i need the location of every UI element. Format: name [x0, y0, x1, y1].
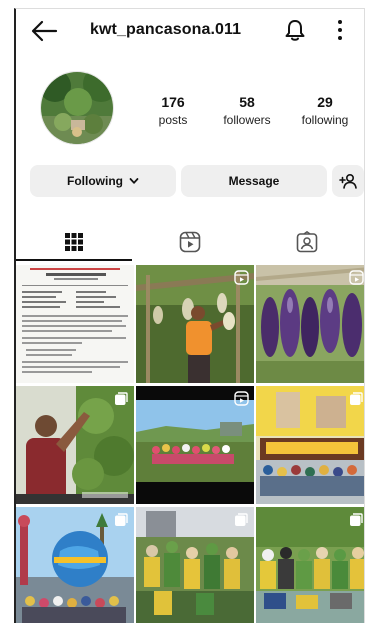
stat-followers[interactable]: 58 followers	[212, 94, 282, 127]
reel-indicator-icon	[234, 270, 249, 285]
post-image	[16, 265, 134, 383]
stat-posts-label: posts	[158, 113, 188, 127]
post-thumbnail[interactable]	[256, 507, 364, 623]
profile-screen: kwt_pancasona.011 176 posts 58 followers…	[14, 8, 365, 623]
tab-reels[interactable]	[132, 223, 248, 261]
more-vertical-icon[interactable]	[336, 19, 344, 41]
carousel-indicator-icon	[350, 513, 363, 526]
following-button-label: Following	[67, 174, 123, 188]
grid-icon	[65, 233, 83, 251]
post-thumbnail[interactable]	[136, 507, 254, 623]
following-button[interactable]: Following	[30, 165, 176, 197]
carousel-indicator-icon	[115, 513, 128, 526]
tab-posts-grid[interactable]	[16, 223, 132, 261]
post-thumbnail[interactable]	[136, 265, 254, 383]
stat-following-value: 29	[317, 94, 333, 110]
posts-grid	[16, 265, 364, 623]
carousel-indicator-icon	[235, 513, 248, 526]
stat-followers-value: 58	[239, 94, 255, 110]
top-bar: kwt_pancasona.011	[16, 9, 364, 53]
post-thumbnail[interactable]	[16, 386, 134, 504]
reel-indicator-icon	[234, 391, 249, 406]
post-thumbnail[interactable]	[16, 507, 134, 623]
profile-avatar[interactable]	[40, 71, 114, 145]
chevron-down-icon	[129, 178, 139, 184]
post-thumbnail[interactable]	[16, 265, 134, 383]
stat-following[interactable]: 29 following	[290, 94, 360, 127]
reels-icon	[179, 231, 201, 253]
profile-username: kwt_pancasona.011	[90, 21, 242, 38]
tagged-icon	[296, 231, 318, 253]
carousel-indicator-icon	[115, 392, 128, 405]
arrow-left-icon[interactable]	[30, 19, 58, 43]
stat-followers-label: followers	[223, 113, 271, 127]
bell-icon[interactable]	[284, 18, 306, 42]
reel-indicator-icon	[349, 270, 364, 285]
person-add-icon	[339, 173, 357, 189]
tab-tagged[interactable]	[249, 223, 364, 261]
stat-posts[interactable]: 176 posts	[138, 94, 208, 127]
message-button[interactable]: Message	[181, 165, 327, 197]
add-user-button[interactable]	[332, 165, 364, 197]
carousel-indicator-icon	[350, 392, 363, 405]
post-thumbnail[interactable]	[256, 265, 364, 383]
profile-tabs	[16, 223, 364, 263]
stat-following-label: following	[301, 113, 349, 127]
post-thumbnail[interactable]	[136, 386, 254, 504]
active-tab-indicator	[16, 259, 132, 261]
stat-posts-value: 176	[161, 94, 185, 110]
message-button-label: Message	[228, 174, 280, 188]
post-thumbnail[interactable]	[256, 386, 364, 504]
